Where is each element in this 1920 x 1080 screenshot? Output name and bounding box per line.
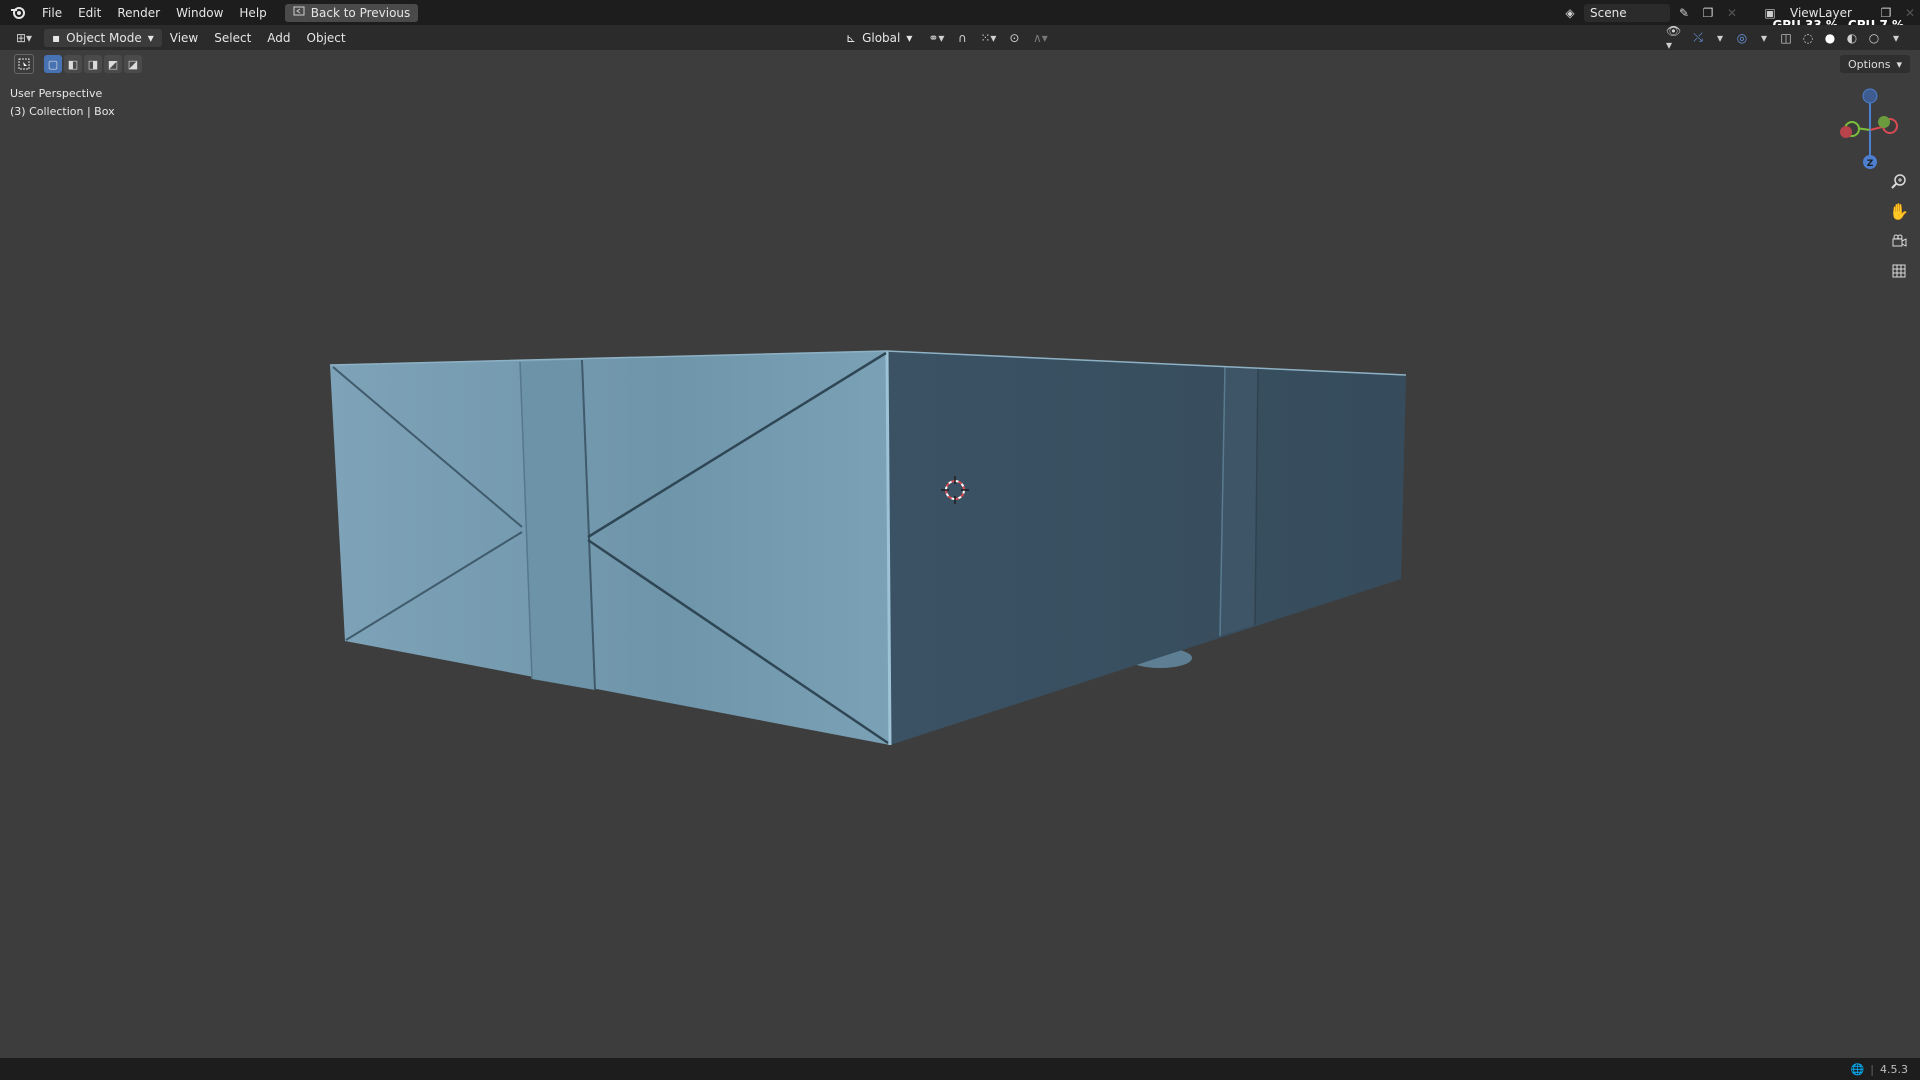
box-front-face <box>330 351 890 745</box>
box-mesh[interactable] <box>0 0 1920 1080</box>
status-divider: | <box>1870 1062 1874 1076</box>
side-tape-strip <box>1220 366 1258 636</box>
3d-cursor-icon <box>941 476 969 504</box>
version-label: 4.5.3 <box>1880 1062 1908 1076</box>
network-icon[interactable]: 🌐 <box>1851 1063 1865 1076</box>
box-side-face <box>887 351 1406 745</box>
status-bar: 🌐 | 4.5.3 <box>0 1058 1920 1080</box>
